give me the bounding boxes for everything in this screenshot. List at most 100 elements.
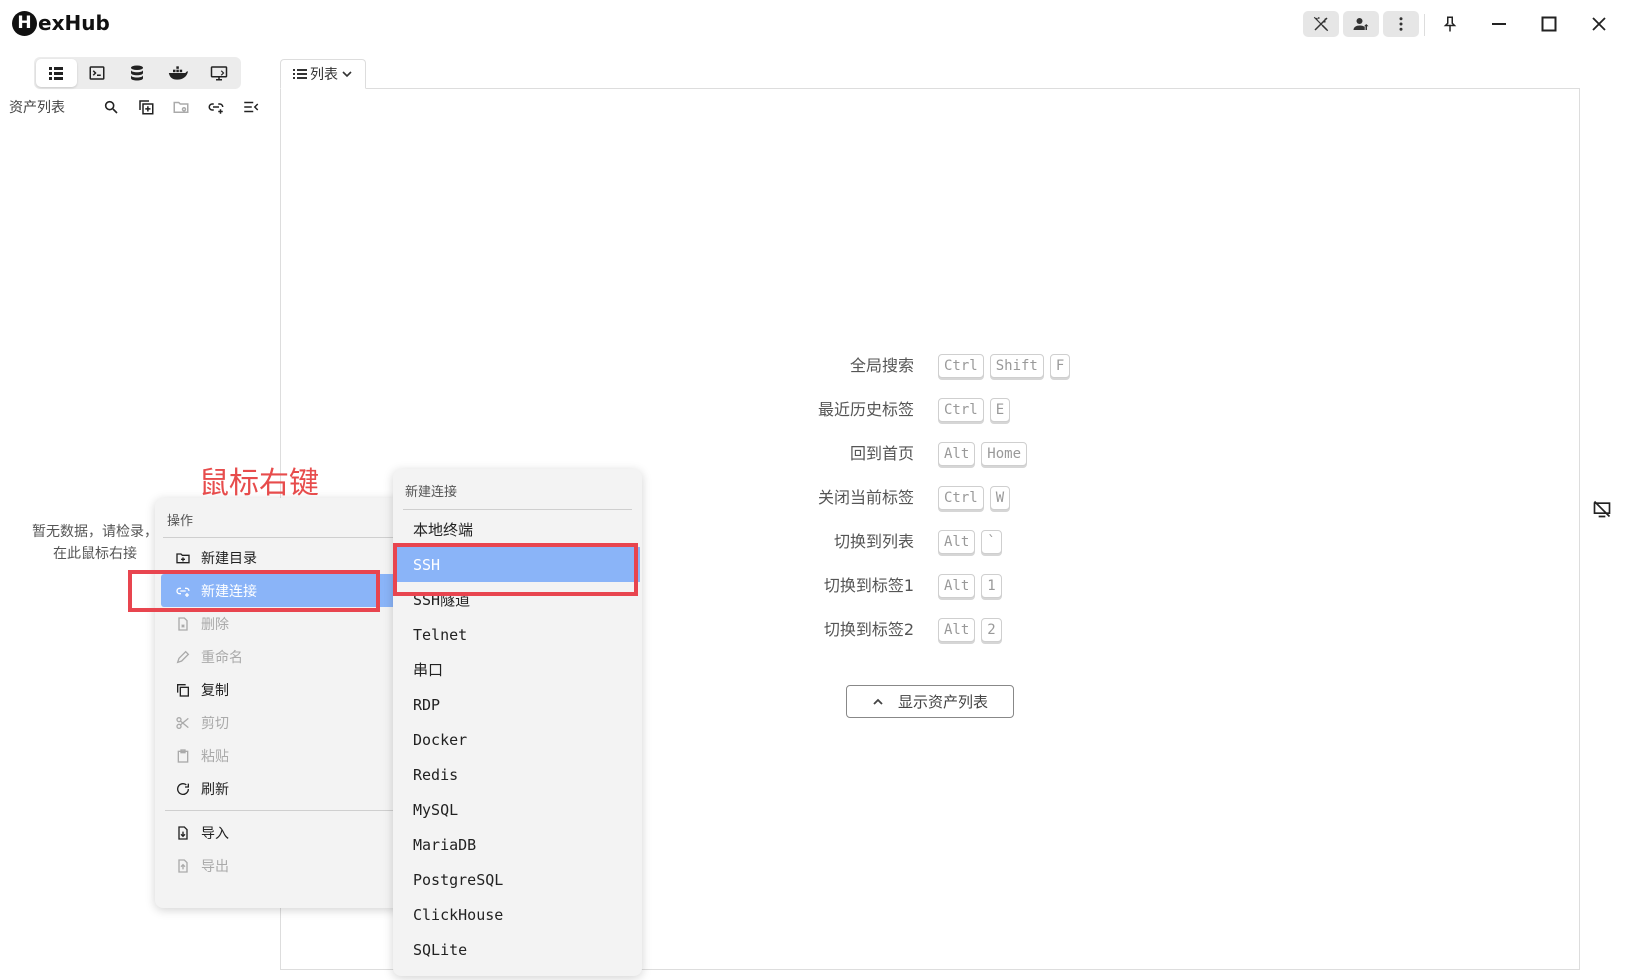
key-cap: E	[989, 398, 1011, 422]
copy-icon	[175, 682, 191, 698]
titlebar-divider	[1424, 14, 1425, 36]
menu-item-4[interactable]: 重命名	[161, 640, 399, 673]
shortcut-list: 全局搜索 Ctrl Shift F 最近历史标签 Ctrl E 回到首页 Alt Home 关闭当前…	[764, 344, 1071, 652]
database-icon[interactable]	[117, 59, 158, 87]
shortcut-keys: Alt 2	[938, 616, 1002, 644]
search-icon[interactable]	[99, 96, 123, 118]
copy-add-icon[interactable]	[134, 96, 158, 118]
shortcut-row: 最近历史标签 Ctrl E	[764, 388, 1070, 432]
tab-list[interactable]: 列表	[280, 59, 366, 89]
screen-off-icon[interactable]	[1592, 499, 1612, 519]
menu-item-label: 重命名	[201, 649, 243, 666]
sidebar-title: 资产列表	[9, 100, 65, 116]
context-menu: 操作 新建目录 新建连接 删除 重命名 复制 剪切 粘贴 刷新 导入 导出	[155, 498, 405, 908]
app-name: exHub	[38, 11, 110, 35]
shortcut-keys: Alt `	[938, 528, 1002, 556]
maximize-icon[interactable]	[1531, 8, 1567, 40]
monitor-icon[interactable]	[198, 59, 239, 87]
shortcut-label: 切换到标签1	[823, 576, 914, 595]
key-cap: Ctrl	[938, 354, 984, 378]
show-assets-label: 显示资产列表	[897, 693, 988, 711]
chevron-down-icon	[341, 68, 353, 80]
key-cap: W	[989, 486, 1011, 510]
shortcut-label: 切换到列表	[833, 532, 914, 551]
menu-item-label: 粘贴	[201, 748, 229, 765]
key-cap: Home	[981, 442, 1028, 466]
shortcut-label: 关闭当前标签	[817, 488, 914, 507]
menu-item-label: 刷新	[201, 781, 229, 798]
submenu-item[interactable]: Docker	[395, 722, 640, 757]
pin-icon[interactable]	[1432, 8, 1468, 40]
submenu-item[interactable]: SQLite	[395, 932, 640, 967]
annotation-label: 鼠标右键	[199, 466, 319, 501]
menu-item-5[interactable]: 复制	[161, 673, 399, 706]
key-cap: Alt	[938, 530, 976, 554]
pencil-icon	[175, 649, 191, 665]
menu-divider	[163, 537, 397, 538]
context-menu-title: 操作	[167, 514, 194, 529]
shortcut-label: 切换到标签2	[823, 620, 914, 639]
refresh-icon	[175, 781, 191, 797]
submenu-item[interactable]: Redis	[395, 757, 640, 792]
file-export-icon	[175, 858, 191, 874]
menu-item-label: 导入	[201, 825, 229, 842]
menu-item-9[interactable]: 导入	[161, 816, 399, 849]
key-cap: Ctrl	[938, 486, 984, 510]
submenu-item[interactable]: MariaDB	[395, 827, 640, 862]
shortcut-keys: Alt Home	[938, 440, 1028, 468]
shortcut-row: 切换到标签1 Alt 1	[764, 564, 1070, 608]
annotation-box-new-connection	[128, 570, 380, 612]
submenu-item[interactable]: 串口	[395, 652, 640, 687]
menu-divider	[403, 509, 632, 510]
shortcut-keys: Ctrl W	[938, 484, 1011, 512]
minimize-icon[interactable]	[1481, 8, 1517, 40]
shortcut-keys: Ctrl E	[938, 396, 1011, 424]
menu-item-8[interactable]: 刷新	[161, 772, 399, 805]
key-cap: Alt	[938, 442, 976, 466]
link-plus-icon[interactable]	[204, 96, 228, 118]
docker-icon[interactable]	[158, 59, 199, 87]
key-cap: Alt	[938, 574, 976, 598]
scissors-icon	[175, 715, 191, 731]
submenu-item[interactable]: 本地终端	[395, 512, 640, 547]
sidebar-tab-bar	[34, 57, 241, 89]
submenu-item[interactable]: PostgreSQL	[395, 862, 640, 897]
menu-item-label: 导出	[201, 858, 229, 875]
app-logo: H exHub	[12, 10, 110, 36]
show-assets-button[interactable]: 显示资产列表	[846, 685, 1014, 718]
submenu-item[interactable]: MySQL	[395, 792, 640, 827]
submenu-item[interactable]: Telnet	[395, 617, 640, 652]
menu-item-6[interactable]: 剪切	[161, 706, 399, 739]
menu-item-10[interactable]: 导出	[161, 849, 399, 882]
more-vertical-icon[interactable]	[1383, 11, 1419, 37]
collapse-menu-icon[interactable]	[239, 96, 263, 118]
menu-divider	[165, 810, 395, 811]
file-import-icon	[175, 825, 191, 841]
close-icon[interactable]	[1581, 8, 1617, 40]
menu-item-label: 剪切	[201, 715, 229, 732]
key-cap: F	[1049, 354, 1071, 378]
user-upload-icon[interactable]	[1343, 11, 1379, 37]
menu-item-label: 删除	[201, 616, 229, 633]
list-icon	[293, 68, 307, 80]
file-delete-icon	[175, 616, 191, 632]
terminal-icon[interactable]	[77, 59, 118, 87]
shortcut-label: 最近历史标签	[817, 400, 914, 419]
submenu-item[interactable]: ClickHouse	[395, 897, 640, 932]
menu-item-7[interactable]: 粘贴	[161, 739, 399, 772]
annotation-box-ssh	[393, 543, 638, 596]
list-icon[interactable]	[36, 59, 77, 87]
shortcut-row: 全局搜索 Ctrl Shift F	[764, 344, 1071, 388]
chevron-up-icon	[872, 696, 884, 708]
menu-item-label: 复制	[201, 682, 229, 699]
submenu-item[interactable]: RDP	[395, 687, 640, 722]
magic-off-icon[interactable]	[1303, 11, 1339, 37]
clipboard-icon	[175, 748, 191, 764]
empty-state-text: 暂无数据，请检录，在此鼠标右接	[32, 524, 158, 562]
key-cap: 2	[981, 618, 1002, 642]
folder-settings-icon[interactable]	[169, 96, 193, 118]
key-cap: Shift	[989, 354, 1044, 378]
tab-label: 列表	[310, 67, 338, 83]
menu-item-label: 新建目录	[201, 550, 257, 567]
shortcut-label: 全局搜索	[849, 356, 914, 375]
